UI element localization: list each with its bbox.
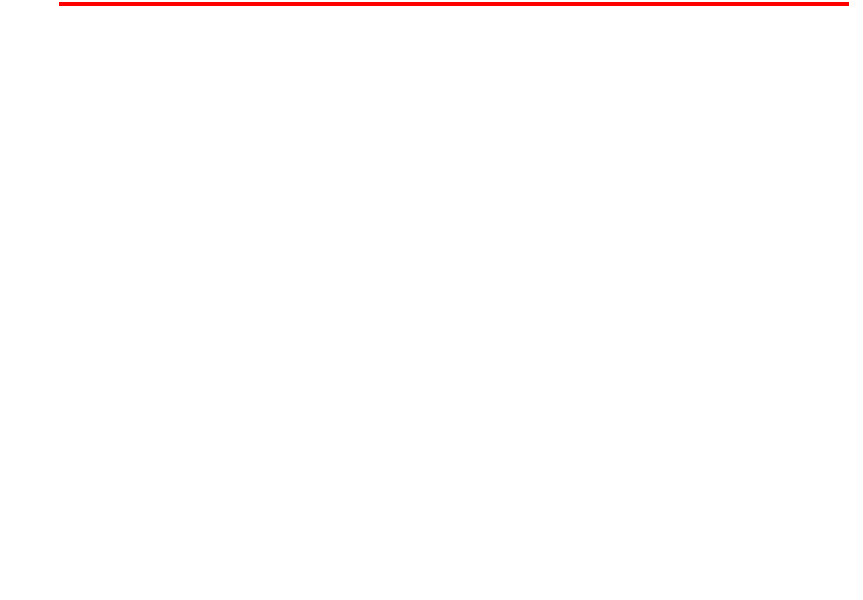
xml-block-highlighted <box>59 2 849 6</box>
